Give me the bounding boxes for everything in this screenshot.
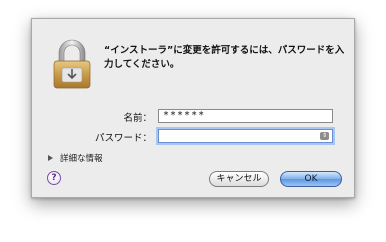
- details-label: 詳細な情報: [60, 154, 103, 164]
- help-button[interactable]: ?: [47, 171, 61, 185]
- disclosure-triangle-icon[interactable]: [48, 155, 53, 161]
- password-label: パスワード：: [94, 133, 152, 144]
- authentication-dialog: “インストーラ”に変更を許可するには、パスワードを入力してください。 名前： *…: [31, 18, 355, 198]
- name-field[interactable]: ******: [158, 109, 333, 123]
- password-field[interactable]: ⇕: [158, 129, 333, 143]
- name-field-value: ******: [163, 110, 206, 121]
- name-label: 名前：: [123, 113, 152, 124]
- details-disclosure[interactable]: 詳細な情報: [48, 152, 103, 164]
- ok-button[interactable]: OK: [280, 171, 342, 187]
- auth-message: “インストーラ”に変更を許可するには、パスワードを入力してください。: [104, 45, 345, 70]
- cancel-button[interactable]: キャンセル: [209, 171, 269, 187]
- keychain-icon[interactable]: ⇕: [320, 132, 329, 140]
- lock-icon: [53, 39, 91, 89]
